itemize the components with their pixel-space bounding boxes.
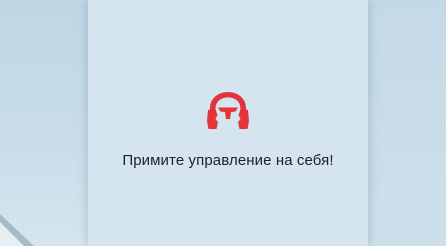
takeover-alert-card: Примите управление на себя! — [88, 0, 368, 246]
left-background-panel — [0, 0, 88, 246]
corner-decoration — [0, 214, 34, 246]
takeover-message: Примите управление на себя! — [122, 152, 334, 169]
right-background-panel — [368, 0, 446, 246]
hands-on-steering-wheel-icon — [207, 92, 249, 129]
